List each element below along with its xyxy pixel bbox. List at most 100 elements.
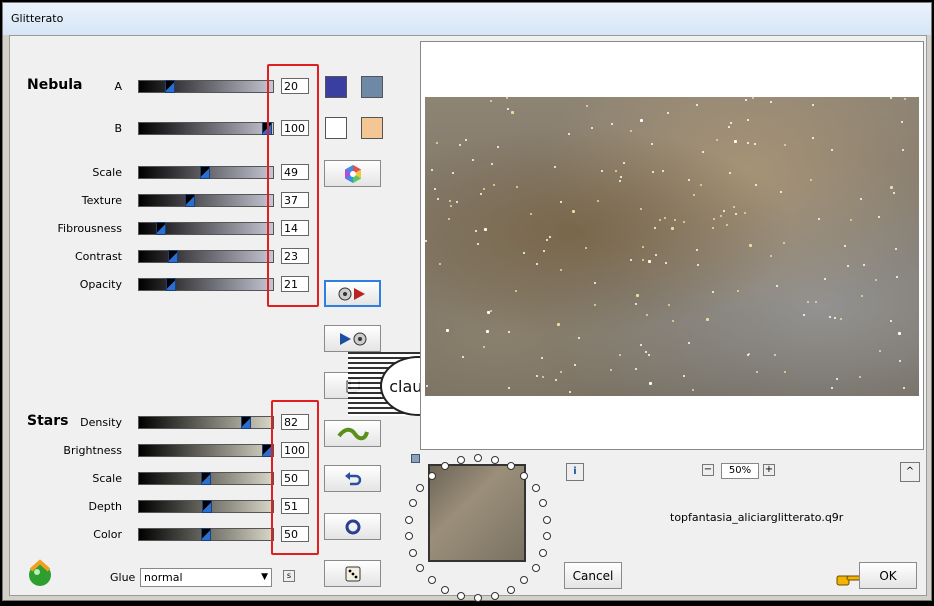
- preview-star: [646, 314, 648, 316]
- nebula-contrast-label: Contrast: [74, 250, 122, 263]
- preview-star: [728, 126, 730, 128]
- preview-star: [899, 360, 901, 362]
- chevron-down-icon: ▼: [261, 572, 268, 582]
- preview-star: [890, 97, 892, 99]
- ring-button[interactable]: [324, 513, 381, 540]
- preview-star: [668, 304, 670, 306]
- preview-star: [712, 227, 714, 229]
- nebula-color-b1-swatch[interactable]: [325, 117, 347, 139]
- randomize-button[interactable]: [324, 560, 381, 587]
- nebula-texture-slider[interactable]: [138, 194, 274, 207]
- preview-star: [671, 227, 674, 230]
- preview-star: [672, 320, 674, 322]
- preview-star: [555, 379, 557, 381]
- nebula-contrast-slider[interactable]: [138, 250, 274, 263]
- stars-depth-slider[interactable]: [138, 500, 274, 513]
- stars-color-slider[interactable]: [138, 528, 274, 541]
- preview-star: [712, 291, 714, 293]
- preview-star: [749, 244, 752, 247]
- slider-thumb[interactable]: [156, 222, 166, 235]
- stars-density-label: Density: [80, 416, 122, 429]
- preview-star: [720, 215, 722, 217]
- preview-star: [818, 218, 820, 220]
- nebula-preview-image: [425, 97, 919, 396]
- zoom-out-button[interactable]: −: [702, 464, 714, 476]
- stars-brightness-slider[interactable]: [138, 444, 274, 457]
- wave-button[interactable]: [324, 420, 381, 447]
- color-wheel-button[interactable]: [324, 160, 381, 187]
- preview-star: [549, 236, 551, 238]
- stars-scale-slider[interactable]: [138, 472, 274, 485]
- preview-star: [523, 252, 525, 254]
- preview-star: [516, 186, 518, 188]
- preview-star: [898, 332, 901, 335]
- preview-star: [752, 97, 754, 99]
- ring-dot: [543, 515, 552, 524]
- info-button[interactable]: i: [566, 463, 584, 481]
- nebula-a-slider[interactable]: [138, 80, 274, 93]
- slider-thumb[interactable]: [201, 528, 211, 541]
- navigator-dot-ring: [398, 454, 558, 606]
- preview-star: [890, 186, 893, 189]
- preview-star: [497, 146, 499, 148]
- slider-thumb[interactable]: [200, 166, 210, 179]
- preview-star: [475, 230, 477, 232]
- ring-dot: [427, 471, 436, 480]
- glue-s-button[interactable]: s: [283, 570, 295, 582]
- preview-panel[interactable]: [420, 41, 924, 450]
- preview-star: [770, 255, 772, 257]
- nebula-b-slider[interactable]: [138, 122, 274, 135]
- play-record-button[interactable]: [324, 325, 381, 352]
- nebula-color-a1-swatch[interactable]: [325, 76, 347, 98]
- preview-star: [859, 376, 861, 378]
- stars-density-slider[interactable]: [138, 416, 274, 429]
- record-play-button[interactable]: [324, 280, 381, 307]
- slider-thumb[interactable]: [165, 80, 175, 93]
- ring-dot: [416, 563, 425, 572]
- preview-star: [674, 219, 676, 221]
- nebula-color-b2-swatch[interactable]: [361, 117, 383, 139]
- preview-star: [659, 219, 661, 221]
- preview-star: [597, 200, 599, 202]
- preview-star: [776, 285, 778, 287]
- preview-star: [847, 265, 849, 267]
- preview-star: [648, 354, 650, 356]
- preview-star: [713, 218, 715, 220]
- preview-star: [543, 250, 545, 252]
- nebula-scale-slider[interactable]: [138, 166, 274, 179]
- preview-star: [434, 188, 436, 190]
- preview-star: [568, 133, 570, 135]
- preview-star: [896, 276, 898, 278]
- preview-star: [733, 206, 735, 208]
- slider-thumb[interactable]: [202, 500, 212, 513]
- nebula-color-a2-swatch[interactable]: [361, 76, 383, 98]
- ok-button[interactable]: OK: [859, 562, 917, 589]
- collapse-button[interactable]: ^: [900, 462, 920, 482]
- window-title: Glitterato: [11, 12, 64, 25]
- nebula-b-label: B: [114, 122, 122, 135]
- ring-icon: [345, 519, 360, 534]
- glue-select[interactable]: normal ▼: [140, 568, 272, 587]
- record-play-icon: [338, 287, 365, 300]
- app-logo-icon: [25, 558, 55, 588]
- slider-thumb[interactable]: [241, 416, 251, 429]
- ring-dot: [404, 532, 413, 541]
- slider-thumb[interactable]: [168, 250, 178, 263]
- preview-star: [462, 356, 464, 358]
- slider-thumb[interactable]: [166, 278, 176, 291]
- slider-thumb[interactable]: [201, 472, 211, 485]
- preview-star: [450, 205, 452, 207]
- preview-star: [696, 249, 698, 251]
- zoom-level[interactable]: 50%: [721, 463, 759, 479]
- preview-star: [437, 198, 439, 200]
- ring-dot: [408, 548, 417, 557]
- slider-thumb[interactable]: [185, 194, 195, 207]
- nebula-fibrousness-slider[interactable]: [138, 222, 274, 235]
- zoom-in-button[interactable]: +: [763, 464, 775, 476]
- ring-dot: [457, 456, 466, 465]
- cancel-button[interactable]: Cancel: [564, 562, 622, 589]
- undo-button[interactable]: [324, 465, 381, 492]
- preview-star: [640, 344, 642, 346]
- nebula-opacity-slider[interactable]: [138, 278, 274, 291]
- preview-star: [480, 193, 482, 195]
